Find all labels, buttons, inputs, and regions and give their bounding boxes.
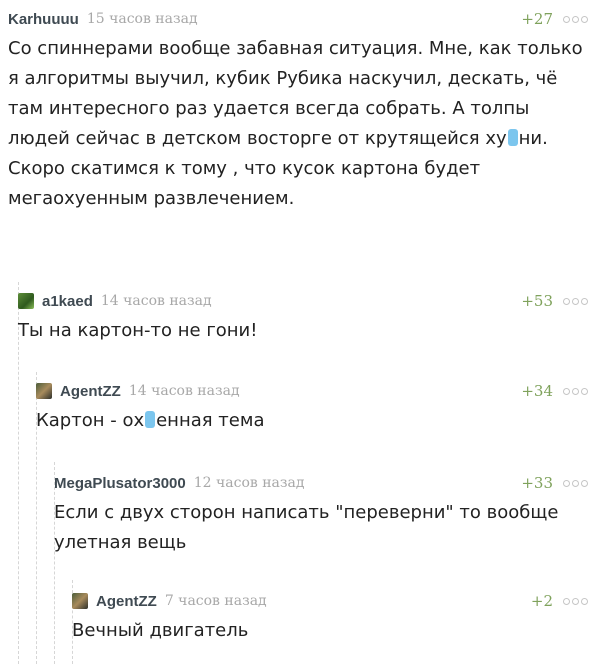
more-icon[interactable]	[563, 15, 588, 23]
more-icon[interactable]	[563, 479, 588, 487]
rating: +53	[521, 292, 553, 310]
more-icon[interactable]	[563, 297, 588, 305]
comment: Karhuuuu 15 часов назад +27 Со спиннерам…	[8, 6, 588, 214]
comment-header: a1kaed 14 часов назад +53	[18, 288, 588, 314]
timestamp[interactable]: 12 часов назад	[194, 475, 305, 491]
avatar[interactable]	[72, 593, 88, 609]
timestamp[interactable]: 15 часов назад	[87, 11, 198, 27]
more-icon[interactable]	[563, 597, 588, 605]
rating: +27	[521, 10, 553, 28]
comment-text-part: Картон - ох	[36, 410, 145, 431]
username[interactable]: AgentZZ	[96, 593, 157, 610]
comment-header: AgentZZ 7 часов назад +2	[72, 588, 588, 614]
avatar[interactable]	[18, 293, 34, 309]
comment-text-part: енная тема	[156, 410, 265, 431]
timestamp[interactable]: 14 часов назад	[129, 383, 240, 399]
rating: +34	[521, 382, 553, 400]
comment-text: Ты на картон-то не гони!	[18, 320, 258, 341]
comment: AgentZZ 14 часов назад +34 Картон - ох ен…	[36, 378, 588, 436]
timestamp[interactable]: 7 часов назад	[165, 593, 267, 609]
comment-header: AgentZZ 14 часов назад +34	[36, 378, 588, 404]
comment-text-part: Со спиннерами вообще забавная ситуация. …	[8, 38, 583, 149]
censor-mark	[145, 411, 156, 428]
rating: +2	[530, 592, 553, 610]
username[interactable]: MegaPlusator3000	[54, 475, 186, 492]
timestamp[interactable]: 14 часов назад	[101, 293, 212, 309]
comment-text: Вечный двигатель	[72, 620, 249, 641]
comment: a1kaed 14 часов назад +53 Ты на картон-т…	[18, 288, 588, 346]
username[interactable]: AgentZZ	[60, 383, 121, 400]
comment: MegaPlusator3000 12 часов назад +33 Если…	[54, 470, 588, 558]
comment-header: Karhuuuu 15 часов назад +27	[8, 6, 588, 32]
comment-text: Со спиннерами вообще забавная ситуация. …	[8, 34, 588, 214]
avatar[interactable]	[36, 383, 52, 399]
comment: AgentZZ 7 часов назад +2 Вечный двигател…	[72, 588, 588, 646]
username[interactable]: Karhuuuu	[8, 11, 79, 28]
comment-header: MegaPlusator3000 12 часов назад +33	[54, 470, 588, 496]
username[interactable]: a1kaed	[42, 293, 93, 310]
more-icon[interactable]	[563, 387, 588, 395]
censor-mark	[507, 129, 518, 146]
rating: +33	[521, 474, 553, 492]
comment-text: Картон - ох енная тема	[36, 406, 588, 436]
comment-text: Если с двух сторон написать "переверни" …	[54, 502, 559, 553]
